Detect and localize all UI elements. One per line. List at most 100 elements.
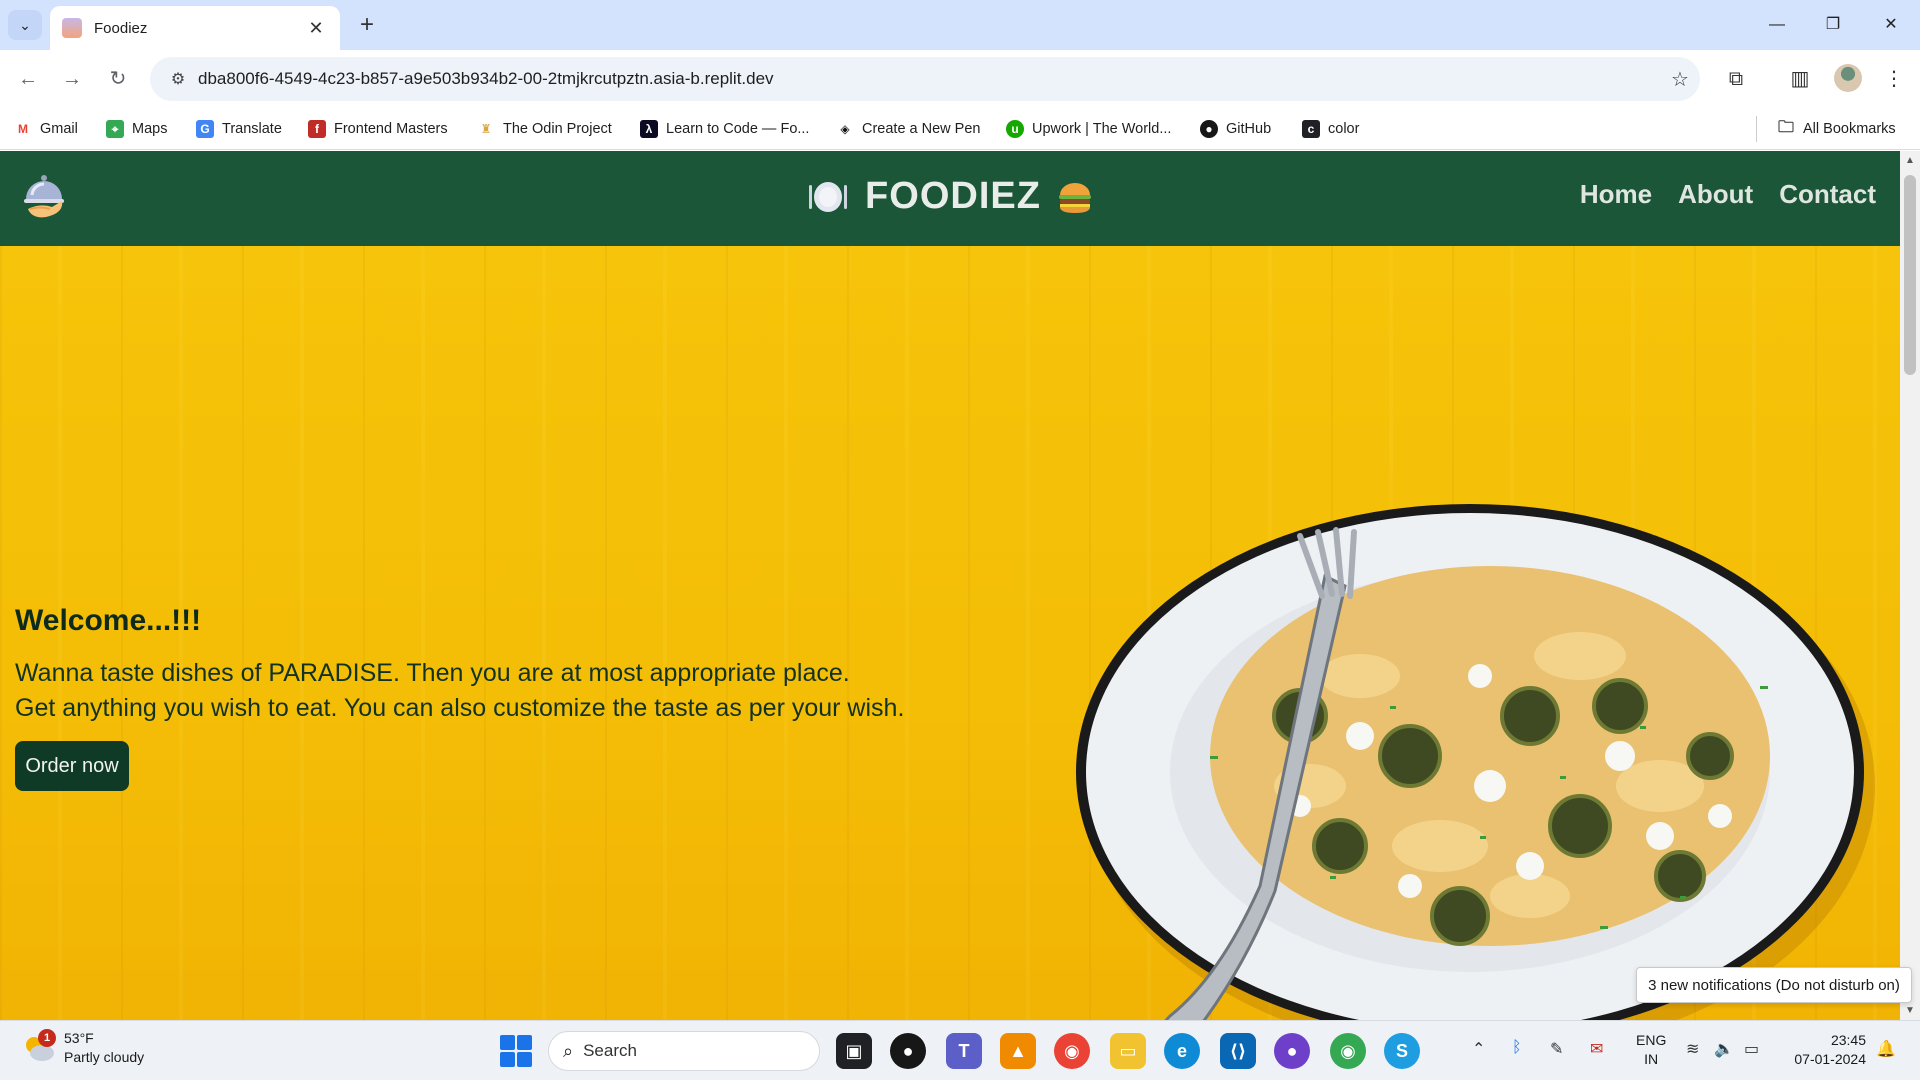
minimize-button[interactable]: — bbox=[1754, 8, 1800, 42]
plate-cutlery-icon bbox=[809, 181, 848, 212]
side-panel-icon[interactable]: ▥ bbox=[1782, 61, 1818, 97]
url-text[interactable]: dba800f6-4549-4c23-b857-a9e503b934b2-00-… bbox=[198, 69, 1660, 89]
tab-foodiez[interactable]: Foodiez ✕ bbox=[50, 6, 340, 50]
forward-arrow-icon[interactable]: → bbox=[54, 61, 90, 97]
close-icon[interactable]: ✕ bbox=[304, 18, 328, 39]
menu-dots-icon[interactable]: ⋮ bbox=[1876, 61, 1912, 97]
color-icon: c bbox=[1302, 120, 1320, 138]
site-header: FOODIEZ Home About Contact bbox=[0, 151, 1900, 246]
address-bar[interactable]: ⚙ dba800f6-4549-4c23-b857-a9e503b934b2-0… bbox=[150, 57, 1700, 101]
language-indicator[interactable]: ENG IN bbox=[1636, 1031, 1666, 1069]
github-app-icon[interactable]: ● bbox=[1274, 1033, 1310, 1069]
github-icon: ● bbox=[1200, 120, 1218, 138]
clock[interactable]: 23:45 07-01-2024 bbox=[1786, 1031, 1866, 1069]
scrollbar-thumb[interactable] bbox=[1904, 175, 1916, 375]
nav-contact[interactable]: Contact bbox=[1779, 179, 1876, 210]
reload-icon[interactable]: ↻ bbox=[100, 61, 136, 97]
favicon-icon bbox=[62, 18, 82, 38]
temperature: 53°F bbox=[64, 1030, 94, 1046]
search-label: Search bbox=[583, 1041, 637, 1060]
vlc-icon[interactable]: ▲ bbox=[1000, 1033, 1036, 1069]
bookmark-freecodecamp[interactable]: λ Learn to Code — Fo... bbox=[640, 116, 809, 142]
restore-button[interactable]: ❐ bbox=[1810, 8, 1856, 42]
bookmark-translate[interactable]: G Translate bbox=[196, 116, 282, 142]
bookmark-label: color bbox=[1328, 121, 1360, 137]
tab-title: Foodiez bbox=[94, 19, 148, 37]
intro-text: Wanna taste dishes of PARADISE. Then you… bbox=[15, 656, 904, 726]
bookmark-label: The Odin Project bbox=[503, 121, 612, 137]
pen-menu-icon[interactable]: ✎ bbox=[1550, 1039, 1563, 1059]
bookmark-gmail[interactable]: M Gmail bbox=[14, 116, 78, 142]
task-view-icon[interactable]: ▣ bbox=[836, 1033, 872, 1069]
upwork-icon: u bbox=[1006, 120, 1024, 138]
edge-icon[interactable]: e bbox=[1164, 1033, 1200, 1069]
bookmark-codepen[interactable]: ◈ Create a New Pen bbox=[836, 116, 980, 142]
brand-title: FOODIEZ bbox=[865, 175, 1041, 217]
mail-icon[interactable]: ✉ bbox=[1590, 1039, 1603, 1059]
bookmark-label: Upwork | The World... bbox=[1032, 121, 1172, 137]
maps-icon: ⌖ bbox=[106, 120, 124, 138]
page-scrollbar[interactable]: ▲ ▼ bbox=[1900, 151, 1920, 1020]
bookmark-frontend-masters[interactable]: f Frontend Masters bbox=[308, 116, 448, 142]
github-desktop-icon[interactable]: ● bbox=[890, 1033, 926, 1069]
order-now-button[interactable]: Order now bbox=[15, 741, 129, 791]
teams-icon[interactable]: T bbox=[946, 1033, 982, 1069]
profile-avatar[interactable] bbox=[1834, 64, 1862, 92]
tab-strip: ⌄ Foodiez ✕ + — ❐ ✕ bbox=[0, 0, 1920, 50]
skype-icon[interactable]: S bbox=[1384, 1033, 1420, 1069]
codepen-icon: ◈ bbox=[836, 120, 854, 138]
site-info-icon[interactable]: ⚙ bbox=[158, 69, 198, 89]
wifi-icon[interactable]: ≋ bbox=[1686, 1039, 1699, 1059]
bookmark-label: Create a New Pen bbox=[862, 121, 981, 137]
nav-home[interactable]: Home bbox=[1580, 179, 1652, 210]
bookmark-star-icon[interactable]: ☆ bbox=[1660, 67, 1700, 92]
chrome-icon[interactable]: ◉ bbox=[1054, 1033, 1090, 1069]
bluetooth-icon[interactable]: ᛒ bbox=[1512, 1039, 1522, 1057]
windows-start-button[interactable] bbox=[500, 1035, 532, 1067]
freecodecamp-icon: λ bbox=[640, 120, 658, 138]
vscode-icon[interactable]: ⟨⟩ bbox=[1220, 1033, 1256, 1069]
file-explorer-icon[interactable]: ▭ bbox=[1110, 1033, 1146, 1069]
partly-cloudy-icon: 1 bbox=[22, 1029, 56, 1063]
bookmark-github[interactable]: ● GitHub bbox=[1200, 116, 1271, 142]
chrome-active-icon[interactable]: ◉ bbox=[1330, 1033, 1366, 1069]
notification-bell-icon[interactable]: 🔔 bbox=[1876, 1039, 1896, 1059]
battery-icon[interactable]: ▭ bbox=[1744, 1039, 1759, 1059]
new-tab-button[interactable]: + bbox=[352, 10, 382, 40]
close-window-button[interactable]: ✕ bbox=[1868, 8, 1914, 42]
bookmark-label: Gmail bbox=[40, 121, 78, 137]
region-code: IN bbox=[1644, 1051, 1659, 1067]
pasta-plate-image bbox=[1076, 504, 1875, 1020]
main-nav: Home About Contact bbox=[1580, 179, 1876, 210]
bookmark-label: Maps bbox=[132, 121, 168, 137]
back-arrow-icon[interactable]: ← bbox=[10, 61, 46, 97]
bookmark-upwork[interactable]: u Upwork | The World... bbox=[1006, 116, 1171, 142]
weather-badge: 1 bbox=[38, 1029, 56, 1047]
gmail-icon: M bbox=[14, 120, 32, 138]
bookmark-label: Learn to Code — Fo... bbox=[666, 121, 810, 137]
bookmark-color[interactable]: c color bbox=[1302, 116, 1359, 142]
translate-icon: G bbox=[196, 120, 214, 138]
tab-search-button[interactable]: ⌄ bbox=[8, 10, 42, 40]
notification-toast[interactable]: 3 new notifications (Do not disturb on) bbox=[1636, 967, 1912, 1003]
weather-widget[interactable]: 1 53°F Partly cloudy bbox=[22, 1029, 144, 1067]
intro-line-2: Get anything you wish to eat. You can al… bbox=[15, 694, 905, 722]
volume-icon[interactable]: 🔈 bbox=[1714, 1039, 1734, 1059]
extensions-icon[interactable]: ⧉ bbox=[1718, 61, 1754, 97]
bookmark-label: Frontend Masters bbox=[334, 121, 448, 137]
bookmark-odin-project[interactable]: ♜ The Odin Project bbox=[477, 116, 612, 142]
nav-about[interactable]: About bbox=[1678, 179, 1753, 210]
intro-line-1: Wanna taste dishes of PARADISE. Then you… bbox=[15, 659, 850, 687]
language-code: ENG bbox=[1636, 1032, 1667, 1048]
scroll-down-icon[interactable]: ▼ bbox=[1905, 1005, 1915, 1016]
time: 23:45 bbox=[1830, 1032, 1866, 1048]
odin-project-icon: ♜ bbox=[477, 120, 495, 138]
bookmark-maps[interactable]: ⌖ Maps bbox=[106, 116, 167, 142]
chevron-down-icon: ⌄ bbox=[19, 16, 31, 33]
chevron-up-icon[interactable]: ⌃ bbox=[1472, 1039, 1485, 1059]
bookmarks-bar: M Gmail ⌖ Maps G Translate f Frontend Master… bbox=[0, 108, 1920, 150]
weather-condition: Partly cloudy bbox=[64, 1049, 145, 1065]
taskbar-search[interactable]: ⌕ Search bbox=[548, 1031, 820, 1071]
all-bookmarks[interactable]: 🗀 All Bookmarks bbox=[1756, 116, 1896, 142]
scroll-up-icon[interactable]: ▲ bbox=[1905, 155, 1915, 166]
